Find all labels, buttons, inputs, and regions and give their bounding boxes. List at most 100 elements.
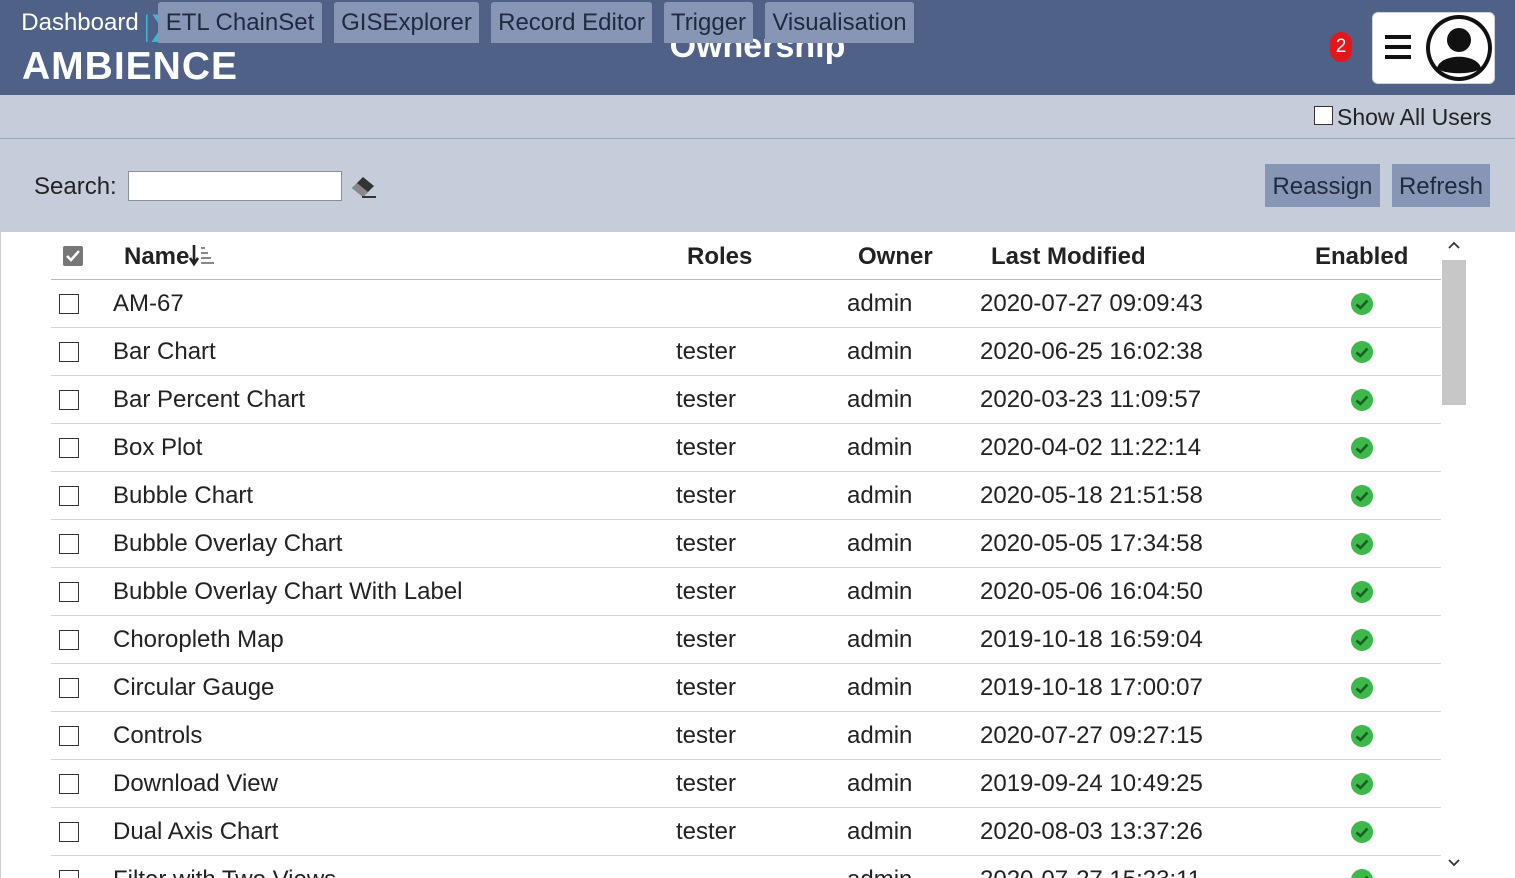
cell-name: Choropleth Map xyxy=(113,626,284,653)
tab-gisexplorer[interactable]: GISExplorer xyxy=(334,2,479,43)
scroll-down-icon[interactable] xyxy=(1448,856,1460,868)
cell-owner: admin xyxy=(847,674,913,701)
enabled-check-icon xyxy=(1351,437,1373,459)
row-checkbox[interactable] xyxy=(59,678,79,698)
enabled-check-icon xyxy=(1351,869,1373,878)
cell-last-modified: 2019-09-24 10:49:25 xyxy=(980,770,1203,797)
cell-name: AM-67 xyxy=(113,290,184,317)
table-row[interactable]: Bar Percent Chart tester admin 2020-03-23 1… xyxy=(51,376,1441,424)
table-row[interactable]: Bubble Overlay Chart tester admin 2020-05-0… xyxy=(51,520,1441,568)
cell-owner: admin xyxy=(847,386,913,413)
cell-last-modified: 2019-10-18 16:59:04 xyxy=(980,626,1203,653)
cell-owner: admin xyxy=(847,338,913,365)
row-checkbox[interactable] xyxy=(59,774,79,794)
row-checkbox[interactable] xyxy=(59,294,79,314)
cell-name: Bubble Overlay Chart With Label xyxy=(113,578,463,605)
vertical-scrollbar[interactable] xyxy=(1442,232,1466,878)
cell-last-modified: 2020-07-27 09:27:15 xyxy=(980,722,1203,749)
cell-last-modified: 2020-05-18 21:51:58 xyxy=(980,482,1203,509)
cell-name: Bar Percent Chart xyxy=(113,386,306,413)
show-all-users-checkbox[interactable] xyxy=(1314,106,1333,125)
cell-last-modified: 2019-10-18 17:00:07 xyxy=(980,674,1203,701)
enabled-check-icon xyxy=(1351,389,1373,411)
column-header-roles[interactable]: Roles xyxy=(687,242,752,272)
row-checkbox[interactable] xyxy=(59,582,79,602)
column-header-owner[interactable]: Owner xyxy=(858,242,933,272)
cell-roles: tester xyxy=(676,386,737,413)
column-header-enabled[interactable]: Enabled xyxy=(1315,242,1408,272)
cell-owner: admin xyxy=(847,626,913,653)
eraser-icon[interactable] xyxy=(350,173,378,199)
cell-roles: tester xyxy=(676,578,737,605)
enabled-check-icon xyxy=(1351,533,1373,555)
row-checkbox[interactable] xyxy=(59,486,79,506)
column-header-last-modified[interactable]: Last Modified xyxy=(991,242,1146,272)
row-checkbox[interactable] xyxy=(59,630,79,650)
cell-name: Download View xyxy=(113,770,278,797)
cell-last-modified: 2020-03-23 11:09:57 xyxy=(980,386,1202,413)
cell-roles: tester xyxy=(676,722,737,749)
tab-record-editor[interactable]: Record Editor xyxy=(491,2,652,43)
table-row[interactable]: Dual Axis Chart tester admin 2020-08-03 13:… xyxy=(51,808,1441,856)
cell-owner: admin xyxy=(847,482,913,509)
show-all-users-label: Show All Users xyxy=(1337,104,1492,130)
row-checkbox[interactable] xyxy=(59,726,79,746)
reassign-button[interactable]: Reassign xyxy=(1265,164,1380,207)
tab-etl-chainset[interactable]: ETL ChainSet xyxy=(158,2,322,43)
table-row[interactable]: Download View tester admin 2019-09-24 10:49… xyxy=(51,760,1441,808)
table-row[interactable]: Controls tester admin 2020-07-27 09:27:15 xyxy=(51,712,1441,760)
cell-name: Bubble Overlay Chart xyxy=(113,530,343,557)
cell-name: Bubble Chart xyxy=(113,482,254,509)
tab-dashboard[interactable]: Dashboard xyxy=(14,2,146,43)
row-checkbox[interactable] xyxy=(59,822,79,842)
scrollbar-thumb[interactable] xyxy=(1442,260,1466,405)
column-header-name-label: Name xyxy=(124,243,190,270)
cell-roles: tester xyxy=(676,338,737,365)
row-checkbox[interactable] xyxy=(59,438,79,458)
column-header-name[interactable]: Name xyxy=(124,242,215,272)
cell-roles: tester xyxy=(676,434,737,461)
table-row[interactable]: Bubble Chart tester admin 2020-05-18 21:51:… xyxy=(51,472,1441,520)
show-all-users-toggle[interactable]: Show All Users xyxy=(1314,104,1492,132)
cell-owner: admin xyxy=(847,578,913,605)
row-checkbox[interactable] xyxy=(59,534,79,554)
cell-owner: admin xyxy=(847,722,913,749)
tab-bar xyxy=(0,95,1515,139)
cell-last-modified: 2020-07-27 15:23:11 xyxy=(980,865,1201,878)
table-row[interactable]: Box Plot tester admin 2020-04-02 11:22:14 xyxy=(51,424,1441,472)
enabled-check-icon xyxy=(1351,773,1373,795)
scroll-up-icon[interactable] xyxy=(1448,240,1460,252)
enabled-check-icon xyxy=(1351,677,1373,699)
avatar-icon[interactable] xyxy=(1423,13,1495,83)
cell-owner: admin xyxy=(847,530,913,557)
enabled-check-icon xyxy=(1351,293,1373,315)
search-input[interactable] xyxy=(128,171,342,201)
row-checkbox[interactable] xyxy=(59,870,79,878)
table-row[interactable]: Bar Chart tester admin 2020-06-25 16:02:38 xyxy=(51,328,1441,376)
cell-last-modified: 2020-07-27 09:09:43 xyxy=(980,290,1203,317)
cell-roles: tester xyxy=(676,482,737,509)
tab-visualisation[interactable]: Visualisation xyxy=(765,2,914,43)
table-row[interactable]: Choropleth Map tester admin 2019-10-18 16:5… xyxy=(51,616,1441,664)
cell-owner: admin xyxy=(847,865,912,878)
table-row[interactable]: Circular Gauge tester admin 2019-10-18 17:0… xyxy=(51,664,1441,712)
row-checkbox[interactable] xyxy=(59,390,79,410)
sort-descending-icon[interactable] xyxy=(189,243,215,267)
check-icon xyxy=(66,250,80,262)
select-all-checkbox[interactable] xyxy=(63,246,83,266)
refresh-button[interactable]: Refresh xyxy=(1392,164,1490,207)
row-checkbox[interactable] xyxy=(59,342,79,362)
table-row[interactable]: AM-67 admin 2020-07-27 09:09:43 xyxy=(51,280,1441,328)
tab-trigger[interactable]: Trigger xyxy=(664,2,753,43)
user-menu[interactable] xyxy=(1372,12,1495,84)
cell-name: Filter with Two Views xyxy=(113,865,336,878)
table-row[interactable]: Bubble Overlay Chart With Label tester adm… xyxy=(51,568,1441,616)
hamburger-menu-icon[interactable] xyxy=(1385,35,1413,61)
cell-name: Controls xyxy=(113,722,203,749)
table-row[interactable]: Filter with Two Views admin 2020-07-27 15:… xyxy=(51,856,1441,878)
table-header: Name Roles Owner Last Modified Enabled xyxy=(51,232,1441,280)
cell-name: Circular Gauge xyxy=(113,674,275,701)
notification-badge[interactable]: 2 xyxy=(1330,32,1352,62)
enabled-check-icon xyxy=(1351,485,1373,507)
cell-roles: tester xyxy=(676,818,737,845)
